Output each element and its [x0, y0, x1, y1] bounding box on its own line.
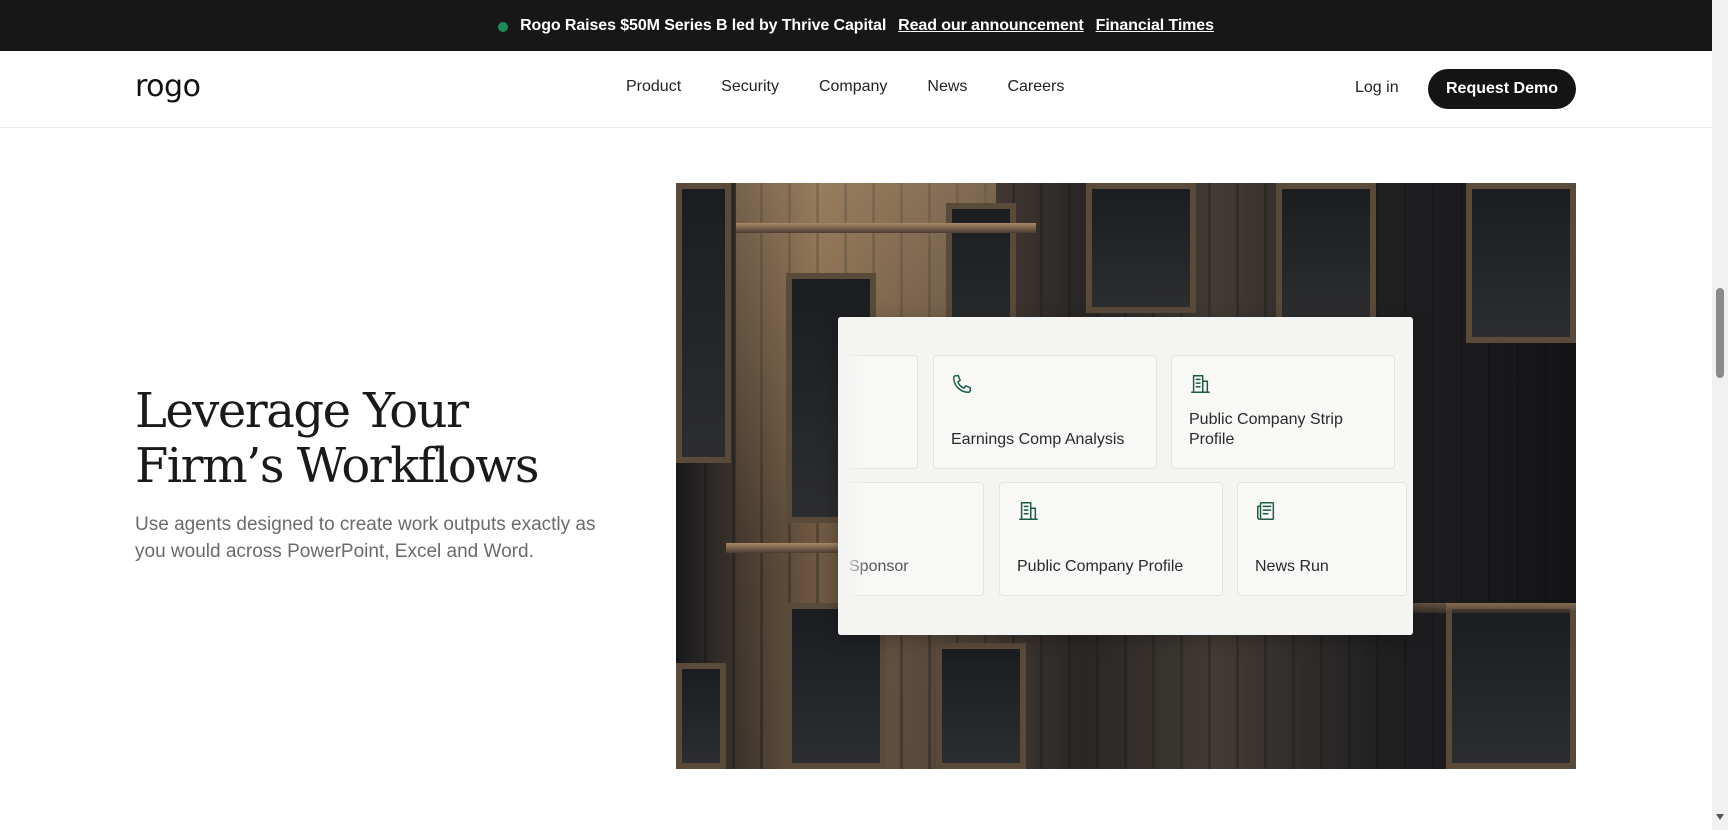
nav-item-company[interactable]: Company	[819, 78, 887, 96]
nav-links: Product Security Company News Careers	[626, 78, 1064, 96]
page-scrollbar[interactable]	[1712, 0, 1728, 830]
workflow-card-label: Sponsor	[849, 558, 909, 575]
workflow-card-earnings-comp[interactable]: Earnings Comp Analysis	[933, 355, 1157, 469]
main-navigation: rogo Product Security Company News Caree…	[0, 51, 1712, 128]
press-link[interactable]: Financial Times	[1096, 17, 1214, 35]
workflow-card-label: Public Company Strip Profile	[1189, 411, 1343, 448]
request-demo-button[interactable]: Request Demo	[1428, 69, 1576, 109]
phone-icon	[953, 375, 971, 393]
heading-line-1: Leverage Your	[135, 383, 469, 439]
building-icon	[1191, 375, 1210, 393]
nav-item-security[interactable]: Security	[721, 78, 779, 96]
announcement-bar: Rogo Raises $50M Series B led by Thrive …	[0, 0, 1712, 51]
workflow-card-label: Public Company Profile	[1017, 558, 1184, 575]
announcement-text: Rogo Raises $50M Series B led by Thrive …	[520, 16, 887, 34]
nav-item-careers[interactable]: Careers	[1007, 78, 1064, 96]
nav-item-news[interactable]: News	[927, 78, 967, 96]
logo[interactable]: rogo	[135, 69, 201, 104]
newspaper-icon	[1257, 502, 1275, 520]
section-subtext: Use agents designed to create work outpu…	[135, 514, 596, 562]
heading-line-2: Firm’s Workflows	[135, 438, 540, 494]
building-icon	[1019, 502, 1038, 520]
status-dot-icon	[498, 22, 509, 32]
scroll-down-arrow-icon[interactable]	[1716, 814, 1724, 820]
workflow-card-label: News Run	[1255, 558, 1329, 575]
workflow-card-label: Earnings Comp Analysis	[951, 431, 1125, 448]
login-link[interactable]: Log in	[1355, 79, 1399, 97]
nav-item-product[interactable]: Product	[626, 78, 681, 96]
workflow-card-company-profile[interactable]: Public Company Profile	[999, 482, 1223, 596]
workflow-carousel: Earnings Comp Analysis Public Company St…	[838, 317, 1413, 635]
workflow-card-news-run[interactable]: News Run	[1237, 482, 1407, 596]
section-heading: Leverage Your Firm’s Workflows	[135, 383, 540, 494]
scroll-thumb[interactable]	[1716, 288, 1724, 378]
announcement-link[interactable]: Read our announcement	[898, 17, 1084, 35]
workflow-card-strip-profile[interactable]: Public Company Strip Profile	[1171, 355, 1395, 469]
